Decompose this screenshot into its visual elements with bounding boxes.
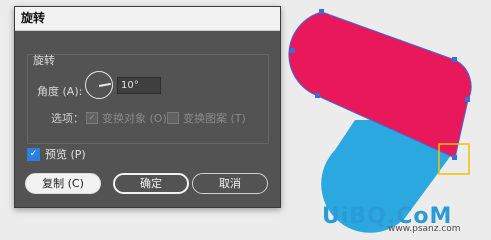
cancel-button[interactable]: 取消	[192, 173, 268, 194]
rotate-group-frame	[27, 54, 269, 144]
copy-button[interactable]: 复制 (C)	[25, 173, 101, 194]
angle-input[interactable]	[117, 77, 161, 94]
watermark-url: www.psanz.com	[388, 224, 461, 234]
rotate-dialog: 旋转 旋转 角度 (A): 选项： ✓ 变换对象 (O) 变换图案 (T) ✓ …	[14, 6, 281, 208]
preview-option[interactable]: ✓ 预览 (P)	[27, 146, 86, 162]
transform-objects-option[interactable]: ✓ 变换对象 (O)	[86, 110, 167, 126]
transform-patterns-label: 变换图案 (T)	[183, 112, 246, 125]
options-label: 选项：	[51, 112, 84, 125]
dial-needle-icon	[98, 82, 111, 87]
angle-dial[interactable]	[85, 71, 113, 99]
angle-label: 角度 (A):	[37, 85, 83, 98]
rotate-group-title: 旋转	[33, 54, 55, 67]
checkbox-checked-icon[interactable]: ✓	[86, 112, 98, 124]
transform-patterns-option[interactable]: 变换图案 (T)	[167, 110, 246, 126]
checkbox-unchecked-icon[interactable]	[167, 112, 179, 124]
transform-objects-label: 变换对象 (O)	[102, 112, 167, 125]
ok-button[interactable]: 确定	[113, 173, 189, 194]
dialog-title: 旋转	[15, 7, 280, 31]
preview-label: 预览 (P)	[45, 148, 86, 161]
checkbox-checked-icon[interactable]: ✓	[27, 147, 40, 161]
